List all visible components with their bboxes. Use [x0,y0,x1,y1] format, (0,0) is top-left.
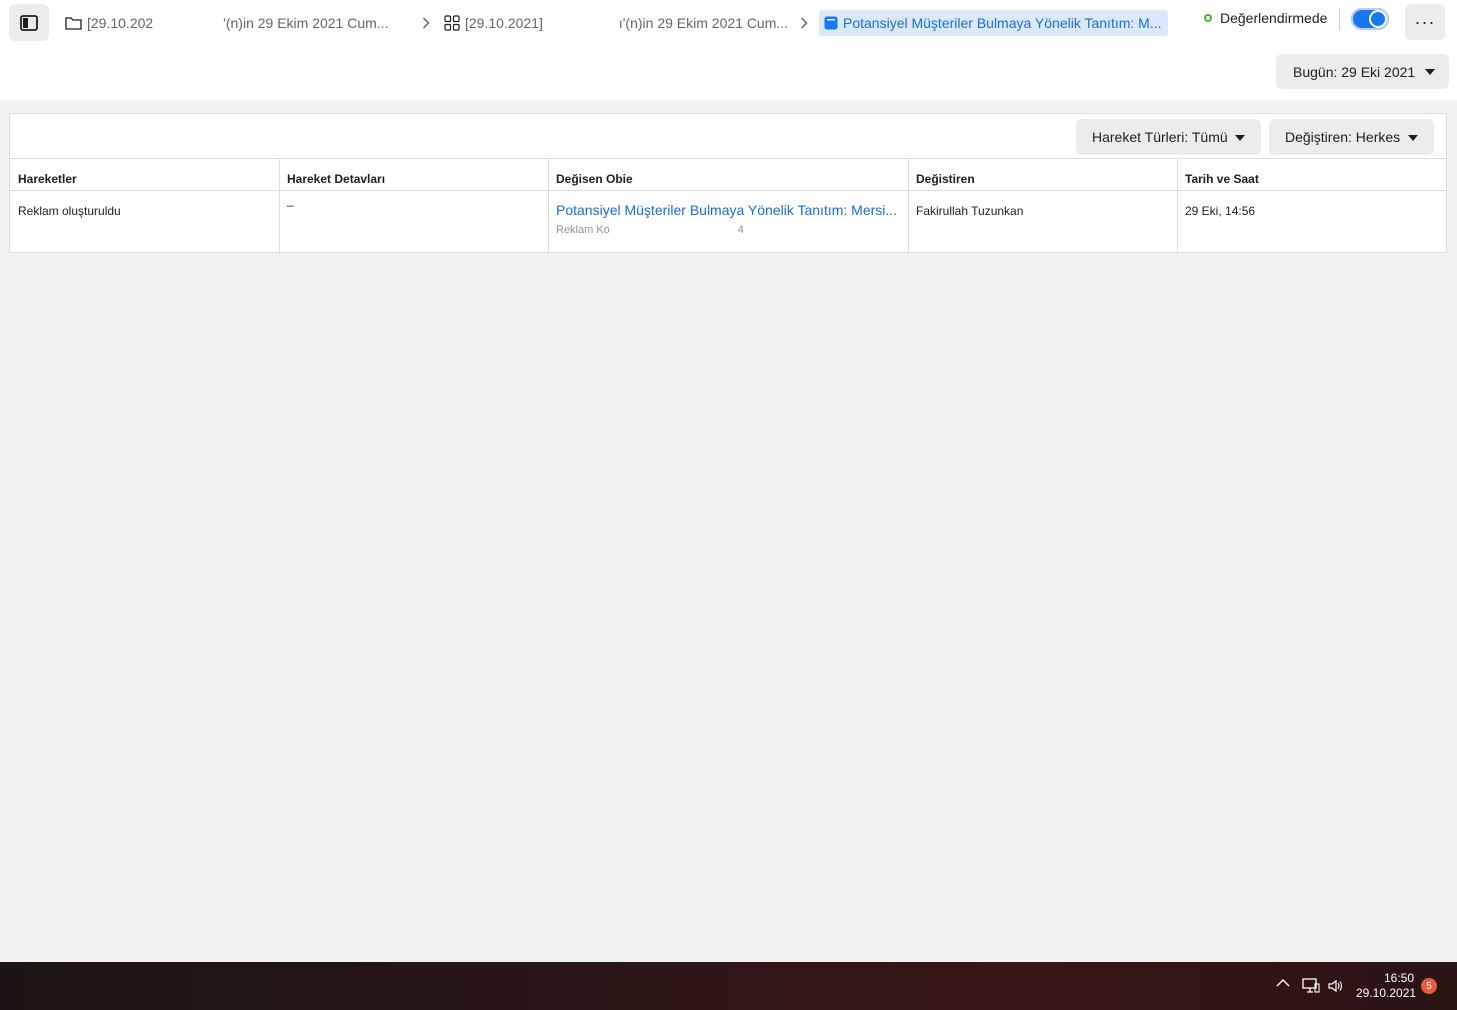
column-header-datetime[interactable]: Tarih ve Saat [1177,159,1446,190]
caret-down-icon [1425,69,1435,75]
activity-history-panel: Hareket Türleri: Tümü Değiştiren: Herkes… [9,113,1447,253]
changed-object-link[interactable]: Potansiyel Müşteriler Bulmaya Yönelik Ta… [556,202,906,218]
windows-taskbar: 16:50 29.10.2021 5 [0,962,1457,1010]
top-bar: [29.10.202 '(n)in 29 Ekim 2021 Cum... [2… [0,0,1457,100]
sidebar-toggle-button[interactable] [9,4,49,41]
breadcrumb-ad-active[interactable]: Potansiyel Müşteriler Bulmaya Yönelik Ta… [819,10,1168,36]
volume-icon[interactable] [1327,978,1343,994]
cell-action: Reklam oluşturuldu [18,204,121,218]
status-indicator: Değerlendirmede [1204,9,1327,27]
breadcrumb-campaign-label-end: '(n)in 29 Ekim 2021 Cum... [223,15,389,31]
column-header-action-details[interactable]: Hareket Detavları [279,159,548,190]
changed-by-filter-label: Değiştiren: Herkes [1285,129,1401,145]
date-range-label: Bugün: 29 Eki 2021 [1293,63,1416,80]
cell-action-details: – [287,198,294,212]
ad-toggle-switch[interactable] [1351,8,1389,30]
system-clock[interactable]: 16:50 29.10.2021 [1356,971,1417,1001]
status-label: Değerlendirmede [1220,10,1328,26]
column-header-changed-object[interactable]: Değisen Obie [548,159,908,190]
breadcrumb-ad-label: Potansiyel Müşteriler Bulmaya Yönelik Ta… [843,15,1162,31]
notification-badge[interactable]: 5 [1421,978,1437,994]
sidebar-toggle-icon [20,14,38,31]
status-dot-icon [1204,14,1212,22]
action-types-filter-label: Hareket Türleri: Tümü [1092,129,1228,145]
more-icon: ··· [1414,11,1436,32]
changed-by-filter[interactable]: Değiştiren: Herkes [1269,119,1434,155]
clock-time: 16:50 [1383,971,1414,985]
divider [1339,8,1340,30]
changed-object-subtitle-start: Reklam Ko [556,224,610,236]
chevron-right-icon [797,13,811,33]
caret-down-icon [1408,135,1418,141]
changed-object-subtitle-end: 4 [737,224,744,236]
breadcrumb-adset-label-end: ı'(n)in 29 Ekim 2021 Cum... [618,15,789,31]
table-header: Hareketler Hareket Detavları Değisen Obi… [10,158,1446,191]
chevron-up-icon[interactable] [1276,978,1290,988]
cell-changed-object: Potansiyel Müşteriler Bulmaya Yönelik Ta… [548,191,908,236]
cell-datetime: 29 Eki, 14:56 [1185,204,1256,218]
date-range-button[interactable]: Bugün: 29 Eki 2021 [1276,54,1449,89]
cell-changed-by: Fakirullah Tuzunkan [916,204,1024,218]
breadcrumb-campaign-label-start: [29.10.202 [87,15,154,31]
more-options-button[interactable]: ··· [1405,4,1445,40]
caret-down-icon [1235,135,1245,141]
network-icon[interactable] [1302,978,1320,994]
breadcrumb-adset[interactable]: [29.10.2021] ı'(n)in 29 Ekim 2021 Cum... [444,11,789,35]
clock-date: 29.10.2021 [1356,986,1417,1000]
changed-object-subtitle: Reklam Ko 4 [556,224,908,236]
action-types-filter[interactable]: Hareket Türleri: Tümü [1076,119,1261,155]
column-header-actions[interactable]: Hareketler [10,159,279,190]
toggle-knob [1369,10,1387,28]
folder-icon [65,16,82,30]
breadcrumb-adset-label-start: [29.10.2021] [465,15,543,31]
chevron-right-icon [419,13,433,33]
grid-icon [444,15,460,31]
breadcrumb-campaign[interactable]: [29.10.202 '(n)in 29 Ekim 2021 Cum... [65,11,410,35]
column-header-changed-by[interactable]: Değistiren [908,159,1177,190]
ad-icon [824,16,838,30]
